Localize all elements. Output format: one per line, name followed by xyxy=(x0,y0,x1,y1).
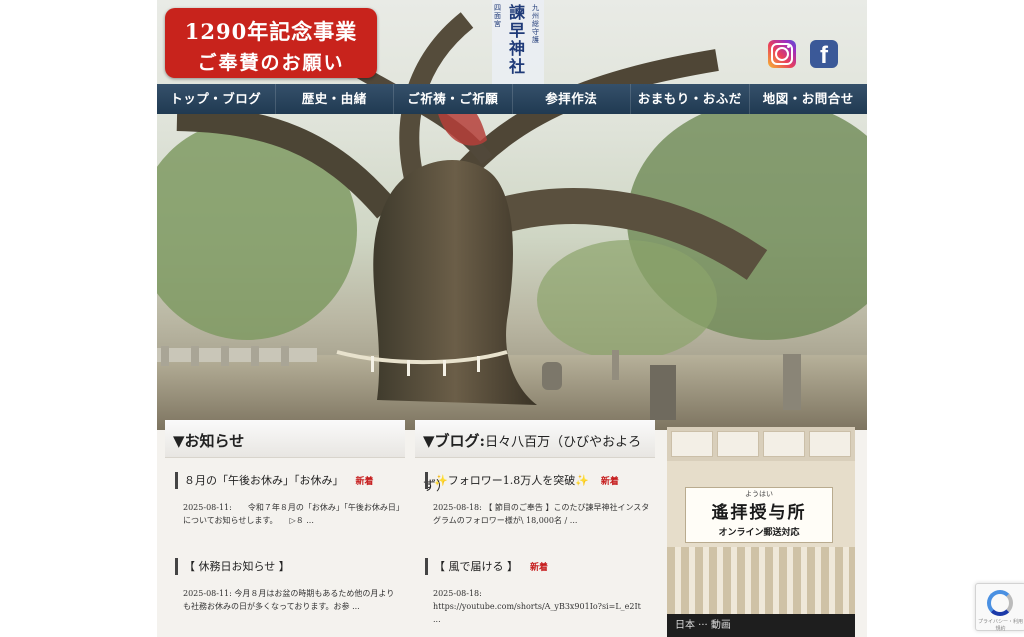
post-excerpt: 2025-08-11: 今月８月はお盆の時期もあるため他の月よりも社務お休みの日… xyxy=(183,589,395,611)
post-excerpt: 2025-08-18: 【 節目のご奉告 】このたび諫早神社インスタグラムのフォ… xyxy=(433,503,650,525)
post-title-row[interactable]: ８月の「午後お休み」「お休み」 新着 xyxy=(175,472,400,489)
new-badge: 新着 xyxy=(355,477,374,487)
nav-prayer[interactable]: ご祈祷・ご祈願 xyxy=(394,84,513,114)
shelf-top xyxy=(667,427,855,461)
post-title-row[interactable]: 【 風で届ける 】 新着 xyxy=(425,558,650,575)
instagram-lens xyxy=(775,47,789,61)
blog-heading: ▼ブログ:日々八百万（ひびやおよろず） xyxy=(415,420,655,494)
blog-post[interactable]: 【 風で届ける 】 新着 2025-08-18: https://youtube.… xyxy=(425,558,650,626)
news-post[interactable]: ８月の「午後お休み」「お休み」 新着 2025-08-11: 令和７年８月の「お休… xyxy=(175,472,400,527)
news-heading-text: ▼お知らせ xyxy=(173,432,245,450)
nav-map-contact[interactable]: 地図・お問合せ xyxy=(750,84,868,114)
post-title-row[interactable]: 【 休務日お知らせ 】 xyxy=(175,558,400,575)
new-badge: 新着 xyxy=(530,563,549,573)
nav-history[interactable]: 歴史・由緒 xyxy=(276,84,394,114)
shop-sign-title: 遙拝授与所 xyxy=(711,503,807,523)
blog-heading-text: ▼ブログ: xyxy=(423,432,486,450)
new-badge: 新着 xyxy=(600,477,619,487)
post-title[interactable]: 【 休務日お知らせ 】 xyxy=(184,560,290,573)
online-shop-banner[interactable]: ようはい 遙拝授与所 オンライン郵送対応 xyxy=(667,427,855,637)
nav-amulets[interactable]: おまもり・おふだ xyxy=(631,84,750,114)
nav-top-blog[interactable]: トップ・ブログ xyxy=(157,84,276,114)
logo-sub-left: 四面宮 xyxy=(494,4,501,28)
recaptcha-icon xyxy=(987,590,1013,616)
recaptcha-text[interactable]: プライバシー・利用規約 xyxy=(978,618,1023,632)
shelf-goods xyxy=(667,547,855,617)
instagram-dot xyxy=(787,45,790,48)
video-thumbnail[interactable]: 日本 ··· 動画 xyxy=(667,614,855,637)
nav-worship[interactable]: 参拝作法 xyxy=(513,84,631,114)
instagram-icon[interactable] xyxy=(768,40,796,68)
facebook-icon[interactable]: f xyxy=(810,40,838,69)
hero-image: 1290年記念事業 ご奉賛のお願い 四面宮 諫早神社 九州総守護 f トップ・ブ… xyxy=(157,0,867,430)
shop-sign-subtitle: オンライン郵送対応 xyxy=(718,528,800,538)
post-excerpt: 2025-08-11: 令和７年８月の「お休み」「午後お休み日」についてお知らせ… xyxy=(183,503,400,525)
news-post[interactable]: 【 休務日お知らせ 】 2025-08-11: 今月８月はお盆の時期もあるため他… xyxy=(175,558,400,613)
post-title-row[interactable]: ✨フォロワー1.8万人を突破✨ 新着 xyxy=(425,472,650,489)
main-nav: トップ・ブログ 歴史・由緒 ご祈祷・ご祈願 参拝作法 おまもり・おふだ 地図・お… xyxy=(157,84,867,114)
post-title[interactable]: 【 風で届ける 】 xyxy=(434,560,518,573)
post-title[interactable]: ✨フォロワー1.8万人を突破✨ xyxy=(434,474,589,487)
logo-title: 諫早神社 xyxy=(508,3,525,76)
shelf-item xyxy=(717,431,759,457)
shelf-item xyxy=(671,431,713,457)
news-heading: ▼お知らせ xyxy=(165,420,405,458)
blog-post[interactable]: ✨フォロワー1.8万人を突破✨ 新着 2025-08-18: 【 節目のご奉告 】… xyxy=(425,472,650,527)
logo-sub-right: 九州総守護 xyxy=(532,4,539,44)
recaptcha-badge[interactable]: プライバシー・利用規約 xyxy=(975,583,1024,632)
anniversary-banner[interactable]: 1290年記念事業 ご奉賛のお願い xyxy=(165,8,377,78)
shrine-logo[interactable]: 四面宮 諫早神社 九州総守護 xyxy=(492,0,544,84)
shelf-item xyxy=(763,431,805,457)
banner-line1: 1290年記念事業 xyxy=(184,19,358,44)
shelf-item xyxy=(809,431,851,457)
shop-sign: ようはい 遙拝授与所 オンライン郵送対応 xyxy=(685,487,833,543)
post-excerpt: 2025-08-18: https://youtube.com/shorts/A… xyxy=(433,589,641,624)
banner-line2: ご奉賛のお願い xyxy=(197,52,345,74)
page: 1290年記念事業 ご奉賛のお願い 四面宮 諫早神社 九州総守護 f トップ・ブ… xyxy=(157,0,867,637)
post-title[interactable]: ８月の「午後お休み」「お休み」 xyxy=(184,474,344,487)
